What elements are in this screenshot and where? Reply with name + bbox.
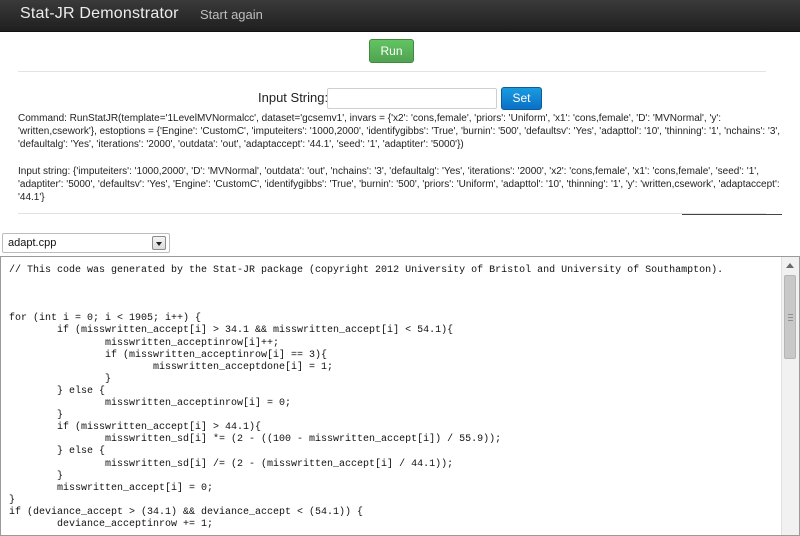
app-brand[interactable]: Stat-JR Demonstrator: [20, 5, 179, 23]
chevron-down-icon[interactable]: [152, 236, 166, 250]
code-line: misswritten_sd[i] *= (2 - ((100 - misswr…: [9, 434, 502, 446]
code-content: // This code was generated by the Stat-J…: [9, 265, 723, 531]
code-line: if (misswritten_accept[i] > 34.1 && miss…: [9, 325, 454, 337]
code-line: }: [9, 494, 16, 506]
code-viewer[interactable]: // This code was generated by the Stat-J…: [0, 256, 800, 536]
code-line: if (deviance_accept > (34.1) && deviance…: [9, 506, 364, 518]
input-string-text: Input string: {'imputeiters': '1000,2000…: [18, 166, 780, 203]
code-line: }: [9, 410, 64, 422]
command-text: Command: RunStatJR(template='1LevelMVNor…: [18, 113, 781, 150]
top-navbar: Stat-JR Demonstrator Start again: [0, 0, 800, 32]
code-line: // This code was generated by the Stat-J…: [9, 265, 724, 276]
code-line: if (misswritten_acceptinrow[i] == 3){: [9, 349, 328, 361]
run-button[interactable]: Run: [369, 39, 414, 63]
right-divider: [682, 214, 782, 215]
scrollbar-thumb[interactable]: [784, 275, 796, 359]
code-line: misswritten_sd[i] /= (2 - (misswritten_a…: [9, 458, 454, 470]
top-divider: [18, 71, 766, 72]
code-line: } else {: [9, 446, 106, 458]
code-line: }: [9, 470, 64, 482]
input-string-field[interactable]: [327, 88, 497, 109]
code-line: }: [9, 373, 112, 385]
set-button[interactable]: Set: [501, 87, 542, 110]
code-line: } else {: [9, 385, 106, 397]
file-select[interactable]: adapt.cpp: [2, 233, 170, 253]
code-line: misswritten_acceptdone[i] = 1;: [9, 361, 334, 373]
start-again-link[interactable]: Start again: [200, 7, 263, 22]
code-line: misswritten_acceptinrow[i]++;: [9, 337, 280, 349]
scroll-up-arrow-icon[interactable]: [782, 257, 799, 274]
code-line: misswritten_acceptinrow[i] = 0;: [9, 398, 292, 410]
code-line: for (int i = 0; i < 1905; i++) {: [9, 313, 202, 325]
bottom-divider: [18, 213, 766, 214]
file-select-value: adapt.cpp: [8, 237, 57, 249]
code-line: deviance_acceptinrow += 1;: [9, 518, 214, 530]
input-string-label: Input String:: [258, 90, 329, 105]
vertical-scrollbar[interactable]: [781, 257, 799, 535]
code-line: misswritten_accept[i] = 0;: [9, 482, 214, 494]
code-line: if (misswritten_accept[i] > 44.1){: [9, 422, 262, 434]
